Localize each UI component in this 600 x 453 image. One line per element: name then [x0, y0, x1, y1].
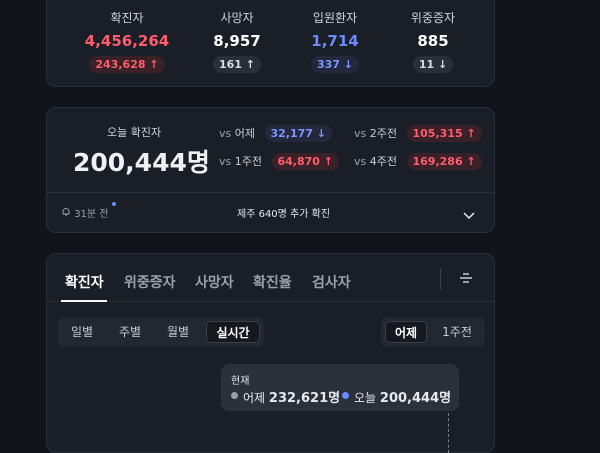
- compare-label: 1주전: [234, 155, 262, 168]
- active-tab-indicator: [61, 300, 107, 302]
- tab-critical[interactable]: 위중증자: [124, 272, 176, 292]
- period-monthly[interactable]: 월별: [158, 321, 198, 343]
- stat-value: 885: [417, 32, 449, 50]
- stat-label: 입원환자: [312, 11, 358, 25]
- news-message[interactable]: 제주 640명 추가 확진: [237, 205, 330, 220]
- stat-value: 8,957: [213, 32, 261, 50]
- compare-1week-button[interactable]: 1주전: [433, 321, 481, 343]
- delta-badge: 243,628 ↑: [89, 56, 165, 73]
- compare-label: 2주전: [369, 127, 397, 140]
- tooltip-today: 오늘 200,444명: [354, 387, 451, 406]
- arrow-up-icon: ↑: [323, 155, 334, 168]
- compare-value: 32,177: [270, 127, 313, 140]
- vs-label: vs: [219, 127, 232, 140]
- tabs-divider: [47, 301, 494, 302]
- delta-value: 161: [218, 58, 242, 71]
- new-dot: [112, 202, 116, 206]
- filter-icon[interactable]: [458, 270, 474, 290]
- period-selector: 일별 주별 월별 실시간: [58, 317, 264, 347]
- period-daily[interactable]: 일별: [62, 321, 102, 343]
- stat-label: 위중증자: [410, 11, 456, 25]
- compare-badge: 169,286 ↑: [406, 153, 482, 170]
- compare-badge: 105,315 ↑: [406, 125, 482, 142]
- delta-badge: 337 ↓: [310, 56, 360, 73]
- compare-value: 105,315: [412, 127, 463, 140]
- period-weekly[interactable]: 주별: [110, 321, 150, 343]
- tooltip-yesterday-label: 어제: [243, 391, 266, 405]
- stat-critical: 위중증자 885 11 ↓: [383, 9, 483, 73]
- chart-card: 확진자 위중증자 사망자 확진율 검사자 일별 주별 월별 실시간 어제 1주전…: [46, 253, 495, 453]
- vs-label: vs: [354, 155, 367, 168]
- tab-positive-rate[interactable]: 확진율: [253, 272, 292, 292]
- compare-yesterday-button[interactable]: 어제: [385, 321, 427, 343]
- today-card: 오늘 확진자 200,444명 vs 어제 32,177 ↓ vs 2주전 10…: [46, 107, 495, 233]
- arrow-up-icon: ↑: [466, 155, 476, 168]
- bell-icon: [61, 208, 74, 220]
- tooltip-today-value: 200,444명: [379, 391, 452, 406]
- stat-confirmed: 확진자 4,456,264 243,628 ↑: [77, 9, 177, 73]
- update-time-text: 31분 전: [74, 209, 109, 220]
- chart-guide-line: [448, 413, 449, 453]
- delta-value: 11: [418, 58, 435, 71]
- compare-yesterday: vs 어제 32,177 ↓: [219, 125, 333, 142]
- stat-label: 사망자: [220, 11, 254, 25]
- vs-label: vs: [219, 155, 232, 168]
- delta-badge: 11 ↓: [412, 56, 454, 73]
- vs-label: vs: [354, 127, 367, 140]
- today-legend-dot: [342, 392, 349, 399]
- compare-2weeks: vs 2주전 105,315 ↑: [354, 125, 482, 142]
- arrow-up-icon: ↑: [149, 58, 159, 71]
- stat-label: 확진자: [110, 11, 144, 25]
- compare-label: 4주전: [369, 155, 397, 168]
- compare-1week: vs 1주전 64,870 ↑: [219, 153, 340, 170]
- tooltip-yesterday-value: 232,621명: [268, 391, 341, 406]
- period-realtime[interactable]: 실시간: [206, 321, 260, 343]
- tooltip-title: 현재: [231, 376, 250, 387]
- arrow-down-icon: ↓: [343, 58, 354, 71]
- stat-hospitalized: 입원환자 1,714 337 ↓: [285, 9, 385, 73]
- stat-deaths: 사망자 8,957 161 ↑: [187, 9, 287, 73]
- divider: [47, 192, 494, 193]
- today-label: 오늘 확진자: [107, 126, 162, 139]
- compare-badge: 32,177 ↓: [264, 125, 333, 142]
- compare-4weeks: vs 4주전 169,286 ↑: [354, 153, 482, 170]
- arrow-down-icon: ↓: [437, 58, 448, 71]
- arrow-down-icon: ↓: [316, 127, 327, 140]
- stats-card: 확진자 4,456,264 243,628 ↑ 사망자 8,957 161 ↑ …: [46, 0, 495, 87]
- delta-badge: 161 ↑: [212, 56, 262, 73]
- chart-tooltip: 현재 어제 232,621명 오늘 200,444명: [221, 364, 459, 411]
- tab-separator: [440, 268, 441, 290]
- delta-value: 243,628: [95, 58, 146, 71]
- stat-value: 4,456,264: [84, 32, 170, 50]
- tab-deaths[interactable]: 사망자: [195, 272, 234, 292]
- tab-tested[interactable]: 검사자: [312, 272, 351, 292]
- compare-value: 169,286: [412, 155, 463, 168]
- compare-badge: 64,870 ↑: [271, 153, 340, 170]
- delta-value: 337: [316, 58, 340, 71]
- today-value: 200,444명: [73, 148, 210, 177]
- compare-selector: 어제 1주전: [381, 317, 485, 347]
- tooltip-today-label: 오늘: [354, 391, 377, 405]
- chevron-down-icon[interactable]: [463, 205, 475, 224]
- tab-confirmed[interactable]: 확진자: [65, 272, 104, 292]
- tooltip-yesterday: 어제 232,621명: [243, 387, 340, 406]
- update-time: 31분 전: [61, 205, 109, 220]
- yesterday-legend-dot: [231, 392, 238, 399]
- arrow-up-icon: ↑: [245, 58, 256, 71]
- compare-label: 어제: [234, 127, 255, 140]
- arrow-up-icon: ↑: [466, 127, 476, 140]
- compare-value: 64,870: [277, 155, 320, 168]
- stat-value: 1,714: [311, 32, 359, 50]
